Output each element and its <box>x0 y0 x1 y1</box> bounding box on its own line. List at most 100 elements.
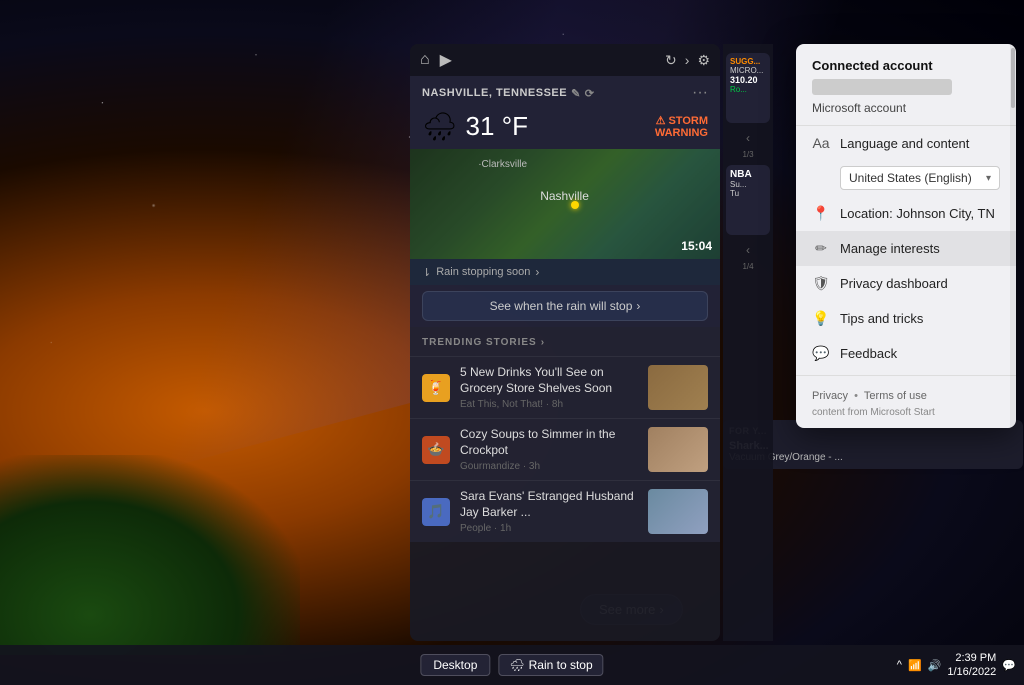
settings-item-language[interactable]: Aa Language and content <box>796 126 1016 160</box>
toolbar-left: ⌂ ▶ <box>420 50 452 70</box>
forward-icon[interactable]: › <box>685 52 690 68</box>
rain-stop-button[interactable]: See when the rain will stop › <box>422 291 708 321</box>
toolbar-right: ↻ › ⚙ <box>665 52 710 69</box>
story-text-3: Sara Evans' Estranged Husband Jay Barker… <box>460 489 638 533</box>
left-nav-arrow-2[interactable]: ‹ <box>723 241 773 259</box>
edit-icon[interactable]: ✎ <box>571 87 581 100</box>
rain-info: ⇂ Rain stopping soon › <box>422 265 539 279</box>
map-overlay <box>410 149 720 259</box>
story-thumb-3 <box>648 489 708 534</box>
story-title-2: Cozy Soups to Simmer in the Crockpot <box>460 427 638 458</box>
story-text-2: Cozy Soups to Simmer in the Crockpot Gou… <box>460 427 638 471</box>
alert-icon: ⚠ <box>656 114 666 127</box>
footer-separator: • <box>854 388 858 405</box>
location-label: Location: Johnson City, TN <box>840 206 995 221</box>
pagination-1-3: 1/3 <box>723 150 773 159</box>
interests-icon: ✏ <box>812 240 830 257</box>
privacy-icon: 🛡 <box>812 275 830 292</box>
rain-chevron-icon: › <box>535 265 539 279</box>
story-item-2[interactable]: 🍲 Cozy Soups to Simmer in the Crockpot G… <box>410 418 720 480</box>
scrollbar-thumb[interactable] <box>1011 48 1015 108</box>
weather-more-icon[interactable]: ··· <box>692 84 708 102</box>
story-source-3: People · 1h <box>460 523 638 534</box>
story-source-1: Eat This, Not That! · 8h <box>460 399 638 410</box>
settings-panel: Connected account Microsoft account Aa L… <box>796 44 1016 428</box>
story-text-1: 5 New Drinks You'll See on Grocery Store… <box>460 365 638 409</box>
footer-source: content from Microsoft Start <box>812 405 1000 420</box>
weather-location: NASHVILLE, TENNESSEE ✎ ⟳ <box>422 87 595 100</box>
sugg-label: SUGG... <box>730 57 766 66</box>
weather-alert: ⚠ STORM WARNING <box>655 114 708 139</box>
partial-stock-card[interactable]: SUGG... MICRO... 310.20 Ro... <box>726 53 770 123</box>
privacy-label: Privacy dashboard <box>840 276 948 291</box>
rain-icon: ⇂ <box>422 266 431 279</box>
account-email-blurred <box>812 79 952 95</box>
settings-icon[interactable]: ⚙ <box>697 52 710 69</box>
settings-item-privacy[interactable]: 🛡 Privacy dashboard <box>796 266 1016 301</box>
language-icon: Aa <box>812 135 830 151</box>
home-icon[interactable]: ⌂ <box>420 51 430 69</box>
wifi-icon[interactable]: 📶 <box>908 659 922 672</box>
taskbar: Desktop 🌧 Rain to stop ^ 📶 🔊 2:39 PM 1/1… <box>0 645 1024 685</box>
alert-text: STORM <box>668 115 708 127</box>
feedback-icon: 💬 <box>812 345 830 362</box>
weather-header: NASHVILLE, TENNESSEE ✎ ⟳ ··· <box>410 76 720 106</box>
language-label: Language and content <box>840 136 969 151</box>
trending-section: TRENDING STORIES › 🍹 5 New Drinks You'll… <box>410 327 720 542</box>
alert-text2: WARNING <box>655 127 708 139</box>
weather-temp: 🌧 31 °F <box>422 110 528 143</box>
rain-taskbar-text: Rain to stop <box>529 658 593 672</box>
refresh-icon[interactable]: ↻ <box>665 52 677 69</box>
location-icon: 📍 <box>812 205 830 222</box>
settings-footer: Privacy • Terms of use content from Micr… <box>796 380 1016 428</box>
dropdown-chevron-icon: ▾ <box>986 173 991 184</box>
connected-account-section: Connected account Microsoft account <box>796 44 1016 126</box>
interests-label: Manage interests <box>840 241 940 256</box>
language-value: United States (English) <box>849 171 972 185</box>
story-item-3[interactable]: 🎵 Sara Evans' Estranged Husband Jay Bark… <box>410 480 720 542</box>
map-time: 15:04 <box>681 239 712 253</box>
taskbar-time: 2:39 PM 1/16/2022 <box>947 651 996 680</box>
settings-item-tips[interactable]: 💡 Tips and tricks <box>796 301 1016 336</box>
weather-map[interactable]: ·Clarksville Nashville 15:04 <box>410 149 720 259</box>
rain-icon-taskbar: 🌧 <box>509 658 524 672</box>
desktop-button[interactable]: Desktop <box>420 654 490 676</box>
settings-item-feedback[interactable]: 💬 Feedback <box>796 336 1016 371</box>
privacy-link[interactable]: Privacy <box>812 388 848 405</box>
time-display: 2:39 PM <box>947 651 996 665</box>
scrollbar[interactable] <box>1010 44 1016 428</box>
refresh-location-icon[interactable]: ⟳ <box>585 87 595 100</box>
story-source-2: Gourmandize · 3h <box>460 461 638 472</box>
rain-bar: ⇂ Rain stopping soon › <box>410 259 720 285</box>
feedback-label: Feedback <box>840 346 897 361</box>
microsoft-account-label: Microsoft account <box>812 101 1000 115</box>
panel-toolbar: ⌂ ▶ ↻ › ⚙ <box>410 44 720 76</box>
story-item-1[interactable]: 🍹 5 New Drinks You'll See on Grocery Sto… <box>410 356 720 418</box>
temperature-value: 31 °F <box>466 111 528 142</box>
story-icon-2: 🍲 <box>422 436 450 464</box>
footer-links: Privacy • Terms of use <box>812 388 1000 405</box>
terms-link[interactable]: Terms of use <box>864 388 927 405</box>
video-icon[interactable]: ▶ <box>440 50 452 70</box>
map-nashville: Nashville <box>540 189 589 203</box>
story-title-1: 5 New Drinks You'll See on Grocery Store… <box>460 365 638 396</box>
rain-taskbar-button[interactable]: 🌧 Rain to stop <box>498 654 603 676</box>
taskbar-right: ^ 📶 🔊 2:39 PM 1/16/2022 💬 <box>897 651 1016 680</box>
settings-item-manage-interests[interactable]: ✏ Manage interests <box>796 231 1016 266</box>
taskbar-center: Desktop 🌧 Rain to stop <box>420 654 603 676</box>
trending-chevron-icon[interactable]: › <box>541 337 545 348</box>
story-title-3: Sara Evans' Estranged Husband Jay Barker… <box>460 489 638 520</box>
partial-nba-card[interactable]: NBA Su... Tu <box>726 165 770 235</box>
trending-header: TRENDING STORIES › <box>410 337 720 356</box>
story-thumb-2 <box>648 427 708 472</box>
trend-label: Ro... <box>730 85 766 94</box>
connected-account-title: Connected account <box>812 58 1000 73</box>
date-display: 1/16/2022 <box>947 665 996 679</box>
notification-icon[interactable]: 💬 <box>1002 659 1016 672</box>
left-nav-arrow[interactable]: ‹ <box>723 129 773 147</box>
language-select[interactable]: United States (English) ▾ <box>840 166 1000 190</box>
settings-item-location[interactable]: 📍 Location: Johnson City, TN <box>796 196 1016 231</box>
weather-card: NASHVILLE, TENNESSEE ✎ ⟳ ··· 🌧 31 °F ⚠ S… <box>410 76 720 327</box>
chevron-up-icon[interactable]: ^ <box>897 659 902 671</box>
sound-icon[interactable]: 🔊 <box>928 659 942 672</box>
